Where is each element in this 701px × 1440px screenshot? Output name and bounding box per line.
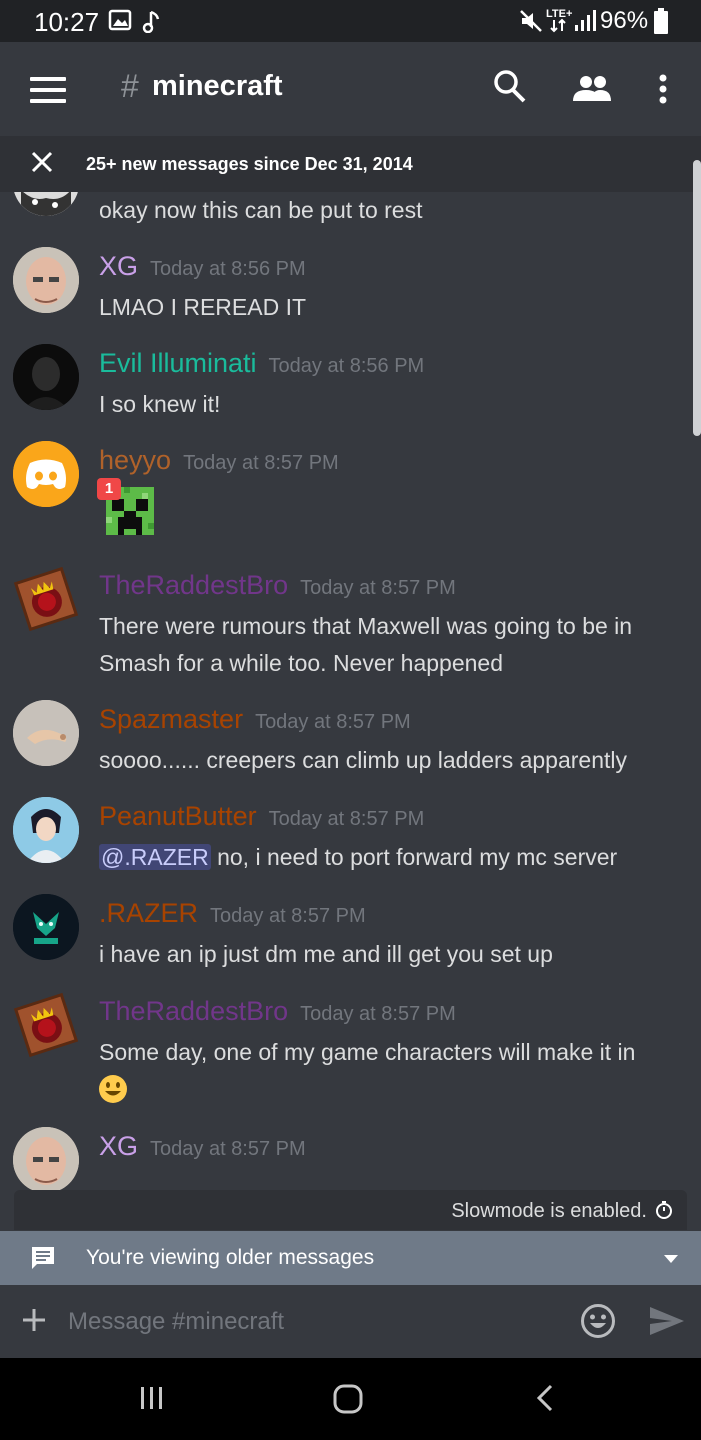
username[interactable]: .RAZER Today at 8:57 PM (99, 898, 366, 929)
message-text: Some day, one of my game characters will… (99, 1039, 636, 1065)
timestamp: Today at 8:57 PM (300, 1003, 456, 1025)
lte-icon: LTE+ (546, 8, 572, 33)
search-icon[interactable] (493, 69, 527, 105)
timestamp: Today at 8:57 PM (183, 452, 339, 474)
message-text: okay now this can be put to rest (99, 197, 423, 223)
timestamp: Today at 8:57 PM (268, 808, 425, 830)
older-messages-text: You're viewing older messages (86, 1246, 375, 1269)
plus-icon[interactable] (21, 1307, 47, 1333)
new-messages-text: 25+ new messages since Dec 31, 2014 (86, 154, 413, 174)
avatar[interactable] (13, 992, 79, 1058)
avatar[interactable] (13, 1127, 79, 1193)
members-icon[interactable] (571, 75, 613, 103)
timestamp: Today at 8:56 PM (268, 355, 425, 377)
message-composer (0, 1285, 701, 1358)
message-text: @.RAZER no, i need to port forward my mc… (99, 844, 618, 870)
system-nav-bar (0, 1358, 701, 1440)
avatar[interactable] (13, 192, 79, 216)
timer-icon (656, 1201, 672, 1219)
user-mention[interactable]: @.RAZER (99, 844, 211, 870)
avatar[interactable] (13, 894, 79, 960)
avatar[interactable] (13, 797, 79, 863)
message-text: There were rumours that Maxwell was goin… (99, 613, 633, 676)
scrollbar[interactable] (693, 160, 701, 436)
close-icon[interactable] (30, 150, 54, 174)
message-input[interactable] (68, 1303, 558, 1341)
slowmode-text: Slowmode is enabled. (451, 1200, 647, 1222)
recents-icon[interactable] (138, 1383, 166, 1413)
home-icon[interactable] (332, 1383, 364, 1415)
timestamp: Today at 8:57 PM (255, 711, 411, 733)
username[interactable]: TheRaddestBro Today at 8:57 PM (99, 570, 456, 601)
battery-percent: 96% (600, 7, 649, 34)
smiley-emoji (99, 1075, 127, 1103)
avatar[interactable] (13, 344, 79, 410)
send-icon[interactable] (648, 1305, 686, 1337)
username[interactable]: PeanutButter Today at 8:57 PM (99, 801, 424, 832)
avatar[interactable] (13, 566, 79, 632)
signal-icon (575, 10, 596, 31)
username[interactable]: XG Today at 8:57 PM (99, 1131, 306, 1162)
timestamp: Today at 8:57 PM (300, 577, 456, 599)
mute-icon (520, 10, 542, 32)
svg-text:LTE+: LTE+ (546, 8, 572, 20)
music-note-icon (142, 10, 160, 33)
username[interactable]: TheRaddestBro Today at 8:57 PM (99, 996, 456, 1027)
username[interactable]: Evil Illuminati Today at 8:56 PM (99, 348, 424, 379)
more-vert-icon[interactable] (657, 74, 669, 104)
chevron-down-icon[interactable] (664, 1255, 678, 1263)
slowmode-notice: Slowmode is enabled. (14, 1190, 687, 1230)
back-icon[interactable] (534, 1383, 556, 1413)
timestamp: Today at 8:57 PM (150, 1138, 306, 1160)
message-text: i have an ip just dm me and ill get you … (99, 941, 553, 967)
username[interactable]: Spazmaster Today at 8:57 PM (99, 704, 411, 735)
message-text: LMAO I REREAD IT (99, 294, 307, 320)
channel-header: # minecraft (0, 42, 701, 136)
status-bar: 10:27 LTE+ 96% (0, 0, 701, 42)
avatar[interactable] (13, 700, 79, 766)
timestamp: Today at 8:56 PM (150, 258, 306, 280)
emoji-icon[interactable] (580, 1303, 616, 1339)
avatar[interactable] (13, 247, 79, 313)
message-text: soooo...... creepers can climb up ladder… (99, 747, 628, 773)
chat-icon (32, 1247, 54, 1269)
channel-title: minecraft (152, 70, 283, 102)
status-time: 10:27 (34, 7, 100, 37)
username[interactable]: heyyo Today at 8:57 PM (99, 445, 339, 476)
new-messages-bar[interactable]: 25+ new messages since Dec 31, 2014 (0, 136, 701, 192)
channel-hash: # (121, 68, 139, 104)
older-messages-bar[interactable]: You're viewing older messages (0, 1231, 701, 1285)
message-list[interactable]: okay now this can be put to rest XG Today… (0, 192, 701, 1230)
attachment-badge: 1 (97, 478, 121, 500)
avatar[interactable] (13, 441, 79, 507)
menu-icon[interactable] (30, 77, 66, 103)
battery-icon (654, 8, 668, 34)
username[interactable]: XG Today at 8:56 PM (99, 251, 306, 282)
timestamp: Today at 8:57 PM (210, 905, 366, 927)
gallery-icon (108, 9, 132, 31)
message-text: I so knew it! (99, 391, 221, 417)
